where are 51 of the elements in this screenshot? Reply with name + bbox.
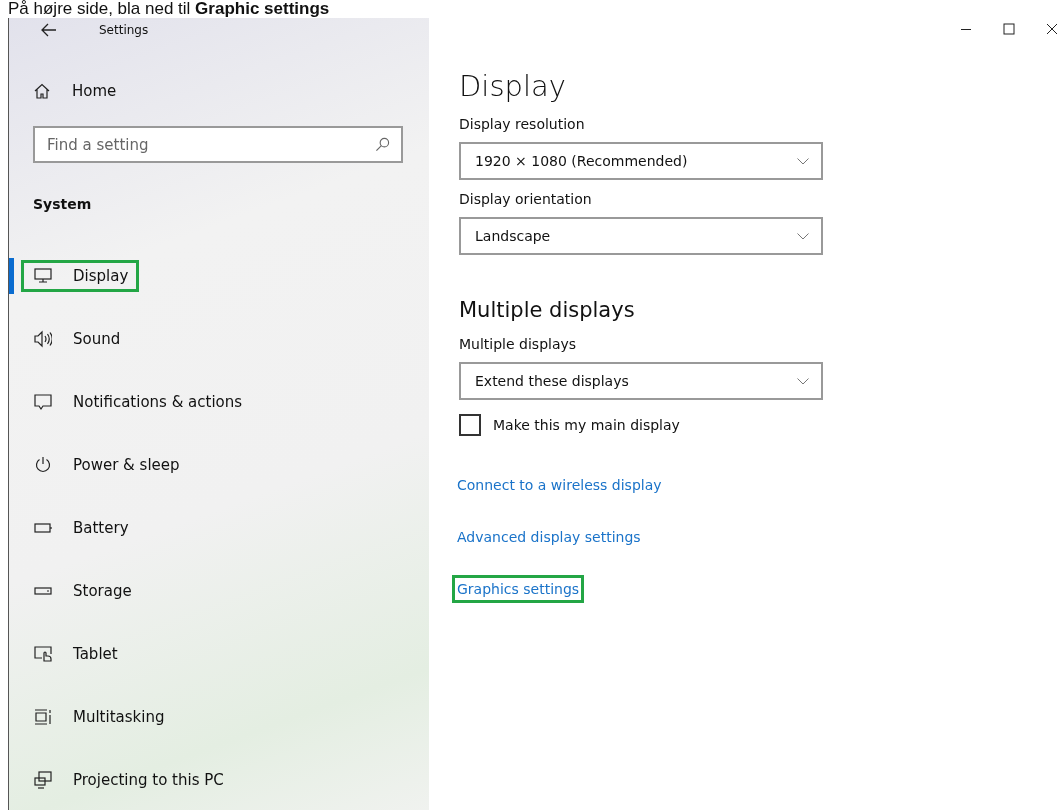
monitor-icon — [34, 267, 52, 285]
nav-item[interactable]: Multitasking — [9, 699, 176, 735]
nav-label: Projecting to this PC — [73, 771, 224, 789]
nav-label: Sound — [73, 330, 121, 348]
nav-label: Multitasking — [73, 708, 165, 726]
checkbox[interactable] — [459, 414, 481, 436]
page-heading: Display — [459, 69, 567, 103]
nav-label: Power & sleep — [73, 456, 180, 474]
nav-item[interactable]: Power & sleep — [9, 447, 191, 483]
field-label: Display orientation — [459, 191, 593, 207]
dropdown[interactable]: Landscape — [459, 217, 823, 255]
search-field[interactable]: Find a setting — [33, 126, 403, 163]
windows-icon — [34, 708, 52, 726]
link[interactable]: Graphics settings — [452, 575, 585, 603]
nav-item[interactable]: Display — [9, 258, 140, 294]
link[interactable]: Advanced display settings — [452, 523, 646, 551]
checkbox-label: Make this my main display — [493, 417, 680, 433]
nav-item[interactable]: Sound — [9, 321, 132, 357]
dropdown[interactable]: Extend these displays — [459, 362, 823, 400]
home-icon — [34, 83, 50, 99]
nav-item[interactable]: Storage — [9, 573, 143, 609]
close-icon[interactable] — [1046, 23, 1058, 35]
nav-label: Tablet — [73, 645, 118, 663]
window-title: Settings — [99, 23, 149, 37]
nav-item[interactable]: Notifications & actions — [9, 384, 254, 420]
touch-screen-icon — [34, 645, 52, 663]
nav-item[interactable]: Battery — [9, 510, 140, 546]
home-nav-item[interactable]: Home — [34, 82, 117, 100]
section-heading: System — [33, 196, 92, 212]
nav-label: Display — [73, 267, 129, 285]
field-label: Multiple displays — [459, 336, 578, 352]
speech-bubble-icon — [34, 393, 52, 411]
nav-item[interactable]: Tablet — [9, 636, 129, 672]
maximize-icon[interactable] — [1003, 23, 1015, 35]
speaker-icon — [34, 330, 52, 348]
nav-label: Notifications & actions — [73, 393, 243, 411]
chevron-down-icon — [797, 157, 809, 165]
search-icon — [375, 137, 390, 152]
chevron-down-icon — [797, 377, 809, 385]
nav-item[interactable]: Projecting to this PC — [9, 762, 235, 798]
field-label: Display resolution — [459, 116, 586, 132]
caption-text: På højre side, bla ned til Graphic settings — [7, 0, 331, 18]
section-heading: Multiple displays — [459, 298, 636, 322]
nav-label: Storage — [73, 582, 132, 600]
nav-label: Battery — [73, 519, 129, 537]
chevron-down-icon — [797, 232, 809, 240]
power-icon — [34, 456, 52, 474]
back-arrow-icon[interactable] — [41, 23, 57, 37]
dropdown[interactable]: 1920 × 1080 (Recommended) — [459, 142, 823, 180]
screens-icon — [34, 771, 52, 789]
link[interactable]: Connect to a wireless display — [452, 471, 667, 499]
